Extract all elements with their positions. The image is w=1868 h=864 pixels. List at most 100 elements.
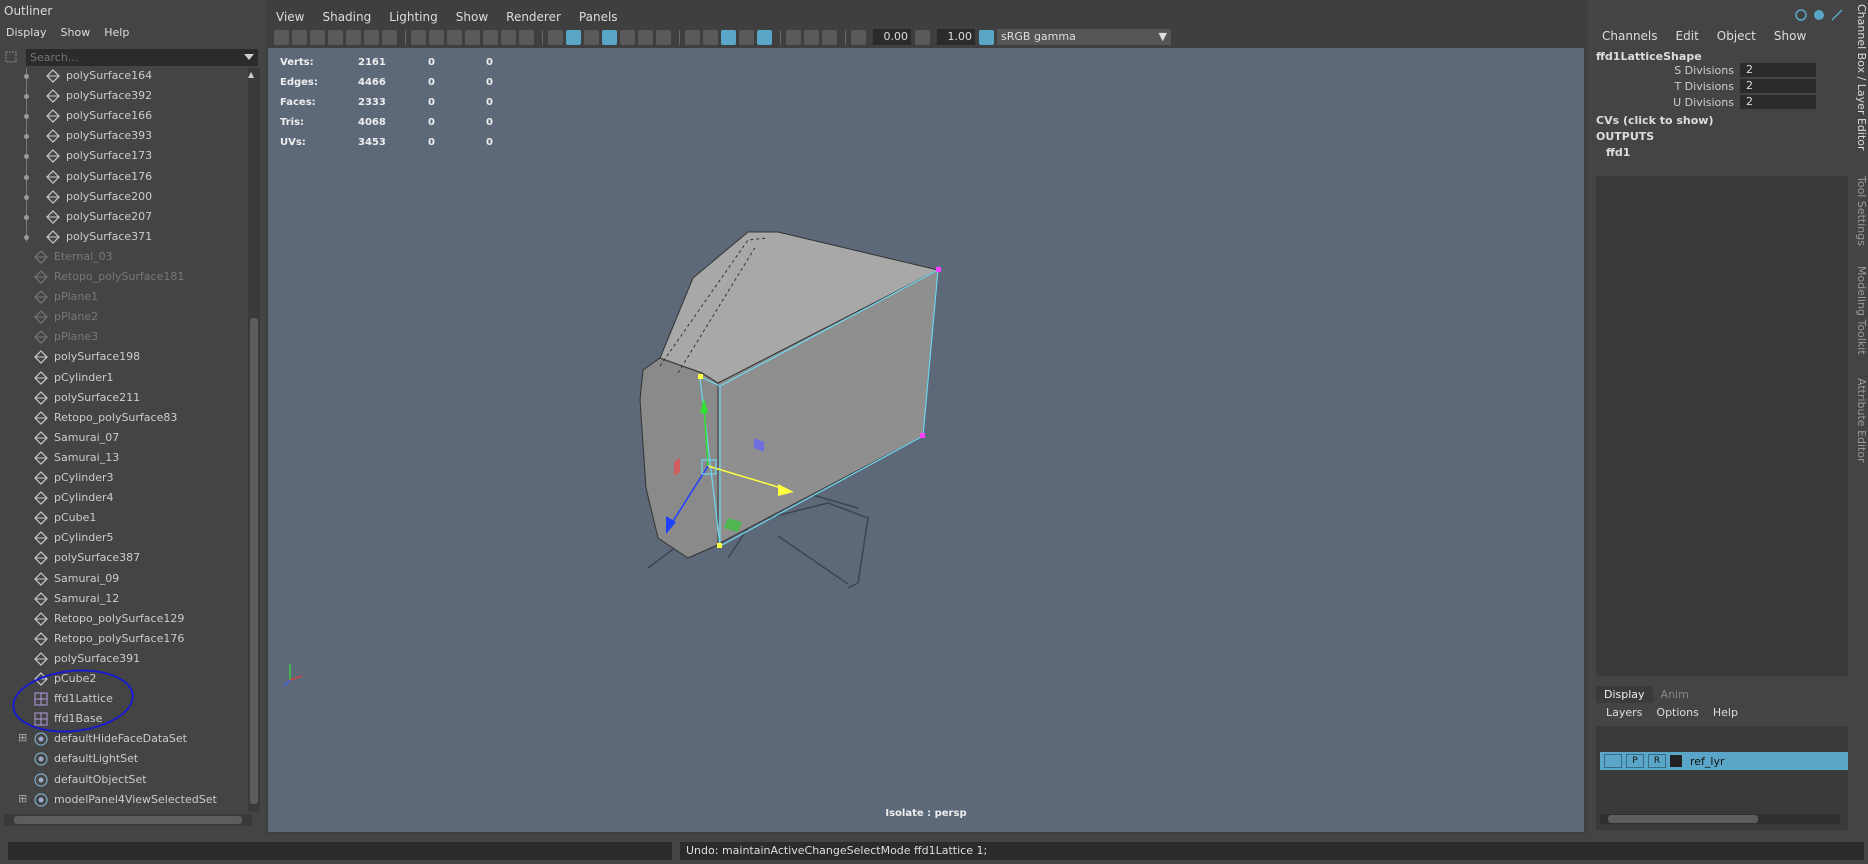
outliner-item[interactable]: polySurface371 (0, 227, 248, 247)
motion-blur-icon[interactable] (703, 29, 718, 45)
layer-horizontal-scrollbar[interactable] (1600, 814, 1840, 824)
tab-display[interactable]: Display (1596, 686, 1653, 703)
outliner-item[interactable]: pCylinder4 (0, 488, 248, 508)
gate-mask-icon[interactable] (465, 29, 480, 45)
outliner-horizontal-scrollbar[interactable] (4, 814, 252, 826)
outliner-item[interactable]: Retopo_polySurface129 (0, 609, 248, 629)
scroll-up-arrow-icon[interactable]: ▲ (248, 70, 254, 79)
safe-title-icon[interactable] (519, 29, 534, 45)
menu-edit[interactable]: Edit (1676, 29, 1699, 43)
outliner-item[interactable]: Samurai_13 (0, 448, 248, 468)
tab-anim[interactable]: Anim (1653, 686, 1697, 703)
outliner-item[interactable]: Eternal_03 (0, 247, 248, 267)
smooth-shade-icon[interactable] (566, 29, 581, 45)
gamma-icon[interactable] (915, 29, 930, 45)
outliner-item[interactable]: ⊞ modelPanel4ViewSelectedSet (0, 790, 248, 810)
attribute-value-field[interactable]: 2 (1740, 79, 1816, 93)
side-tab-modeling-toolkit[interactable]: Modeling Toolkit (1852, 266, 1868, 355)
outliner-item[interactable]: pPlane3 (0, 327, 248, 347)
attribute-value-field[interactable]: 2 (1740, 63, 1816, 77)
outliner-menu-help[interactable]: Help (104, 26, 129, 39)
menu-show[interactable]: Show (456, 10, 488, 24)
depth-of-field-icon[interactable] (739, 29, 754, 45)
resolution-gate-icon[interactable] (447, 29, 462, 45)
sync-icon[interactable] (1830, 8, 1844, 22)
color-space-dropdown[interactable]: sRGB gamma ▼ (997, 29, 1171, 45)
scroll-thumb[interactable] (14, 816, 242, 824)
backface-culling-icon[interactable] (822, 29, 837, 45)
side-tab-attribute-editor[interactable]: Attribute Editor (1852, 378, 1868, 463)
menu-shading[interactable]: Shading (322, 10, 371, 24)
gamma-field[interactable]: 1.00 (937, 29, 975, 45)
outliner-item[interactable]: polySurface173 (0, 146, 248, 166)
outliner-item[interactable]: ⊞ defaultHideFaceDataSet (0, 729, 248, 749)
refresh-icon[interactable] (1812, 8, 1826, 22)
viewport-3d[interactable]: Verts: 2161 0 0 Edges: 4466 0 0 Faces: 2333 0 0 Tris… (268, 48, 1584, 832)
hierarchy-icon[interactable] (1794, 8, 1808, 22)
expand-plus-icon[interactable]: ⊞ (18, 731, 27, 744)
camera-attributes-icon[interactable] (310, 29, 325, 45)
exposure-icon[interactable] (851, 29, 866, 45)
outliner-item[interactable]: polySurface392 (0, 86, 248, 106)
menu-layers[interactable]: Layers (1606, 706, 1642, 719)
field-chart-icon[interactable] (483, 29, 498, 45)
lights-icon[interactable] (638, 29, 653, 45)
outliner-vertical-scrollbar[interactable] (248, 68, 260, 812)
bookmark-icon[interactable] (328, 29, 343, 45)
side-tab-tool-settings[interactable]: Tool Settings (1852, 176, 1868, 246)
grid-icon[interactable] (411, 29, 426, 45)
attribute-row[interactable]: U Divisions 2 (1590, 94, 1848, 110)
layer-display-type-toggle[interactable]: R (1648, 754, 1666, 768)
shadows-icon[interactable] (656, 29, 671, 45)
menu-view[interactable]: View (276, 10, 304, 24)
outliner-item[interactable]: Retopo_polySurface181 (0, 267, 248, 287)
scroll-thumb[interactable] (250, 318, 258, 804)
ambient-occlusion-icon[interactable] (685, 29, 700, 45)
antialiasing-icon[interactable] (721, 29, 736, 45)
attribute-name[interactable]: T Divisions (1590, 80, 1740, 93)
menu-options[interactable]: Options (1656, 706, 1698, 719)
outliner-item[interactable]: pCylinder1 (0, 368, 248, 388)
two-d-pan-icon[interactable] (364, 29, 379, 45)
outliner-item[interactable]: Retopo_polySurface83 (0, 408, 248, 428)
layer-playback-toggle[interactable]: P (1626, 754, 1644, 768)
command-input[interactable] (8, 842, 672, 860)
outliner-item[interactable]: polySurface387 (0, 548, 248, 568)
outliner-item[interactable]: Samurai_09 (0, 569, 248, 589)
xray-icon[interactable] (786, 29, 801, 45)
outliner-item[interactable]: pCylinder5 (0, 528, 248, 548)
outliner-item[interactable]: Samurai_12 (0, 589, 248, 609)
layer-visibility-toggle[interactable] (1604, 754, 1622, 768)
outliner-item[interactable]: defaultObjectSet (0, 770, 248, 790)
outliner-item[interactable]: polySurface211 (0, 388, 248, 408)
outliner-item[interactable]: Samurai_07 (0, 428, 248, 448)
xray-joints-icon[interactable] (804, 29, 819, 45)
outliner-item[interactable]: polySurface164 (0, 68, 248, 86)
cvs-toggle[interactable]: CVs (click to show) (1596, 114, 1714, 127)
textured-icon[interactable] (620, 29, 635, 45)
layer-name[interactable]: ref_lyr (1690, 755, 1725, 768)
search-input[interactable] (26, 49, 258, 66)
outliner-item[interactable]: pCube1 (0, 508, 248, 528)
film-gate-icon[interactable] (429, 29, 444, 45)
grease-pencil-icon[interactable] (382, 29, 397, 45)
outliner-item[interactable]: polySurface207 (0, 207, 248, 227)
menu-object[interactable]: Object (1717, 29, 1756, 43)
menu-renderer[interactable]: Renderer (506, 10, 561, 24)
outliner-menu-display[interactable]: Display (6, 26, 47, 39)
scene-canvas[interactable] (268, 48, 1584, 832)
layer-color-swatch[interactable] (1670, 755, 1682, 767)
outliner-item[interactable]: polySurface198 (0, 347, 248, 367)
attribute-name[interactable]: S Divisions (1590, 64, 1740, 77)
expand-plus-icon[interactable]: ⊞ (18, 792, 27, 805)
outliner-item[interactable]: polySurface176 (0, 167, 248, 187)
layer-row[interactable]: P R ref_lyr (1600, 752, 1848, 770)
exposure-field[interactable]: 0.00 (873, 29, 911, 45)
outliner-item[interactable]: pPlane2 (0, 307, 248, 327)
attribute-row[interactable]: S Divisions 2 (1590, 62, 1848, 78)
outliner-menu-show[interactable]: Show (61, 26, 91, 39)
menu-channels[interactable]: Channels (1602, 29, 1658, 43)
menu-show[interactable]: Show (1774, 29, 1806, 43)
default-material-icon[interactable] (584, 29, 599, 45)
isolate-select-icon[interactable] (757, 29, 772, 45)
